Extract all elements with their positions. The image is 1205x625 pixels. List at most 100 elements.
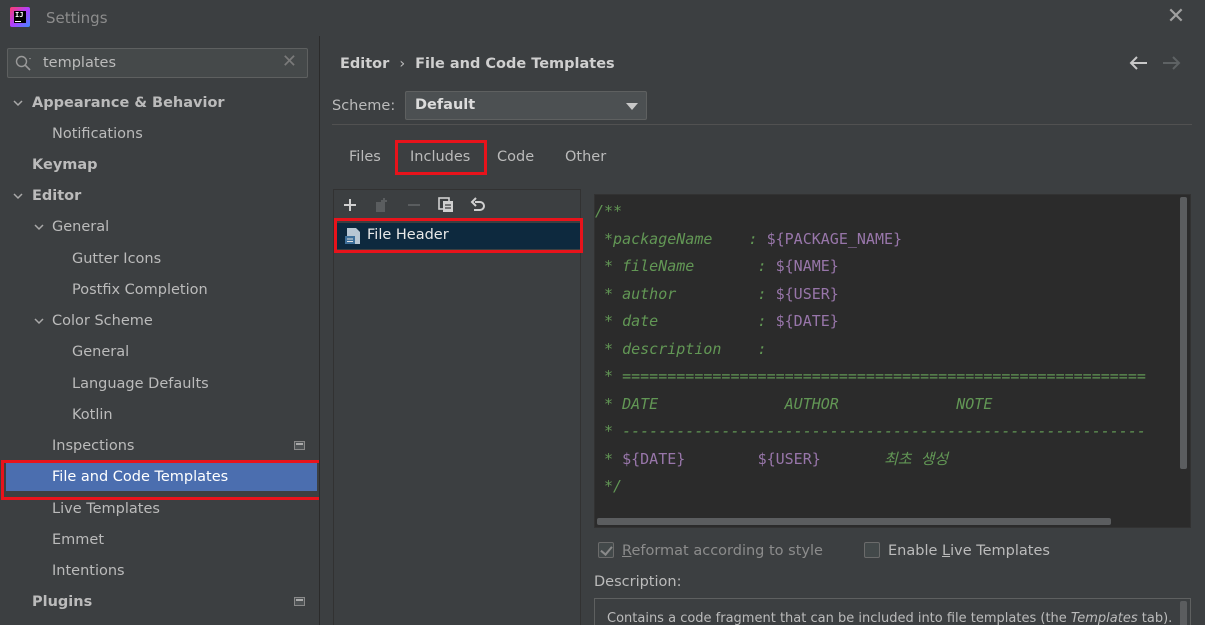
- tree-item-label: General: [72, 344, 130, 360]
- code-line: *packageName : ${PACKAGE_NAME}: [595, 230, 903, 248]
- tab-code[interactable]: Code: [497, 149, 534, 165]
- template-code-editor[interactable]: /** *packageName : ${PACKAGE_NAME} * fil…: [594, 194, 1191, 528]
- list-item-file-header[interactable]: File Header: [334, 223, 580, 249]
- code-line: * ${DATE} ${USER} 최초 생성: [595, 450, 949, 468]
- tree-item-general[interactable]: General: [0, 213, 319, 241]
- code-line: /**: [595, 202, 623, 220]
- chevron-down-icon[interactable]: [13, 98, 23, 108]
- tree-item-editor[interactable]: Editor: [0, 182, 319, 210]
- breadcrumb-parent[interactable]: Editor: [340, 56, 389, 72]
- enable-live-templates-checkbox[interactable]: [864, 542, 880, 558]
- tree-item-keymap[interactable]: Keymap: [0, 151, 319, 179]
- settings-sidebar: ✕ Appearance & Behavior Notifications Ke…: [0, 36, 319, 625]
- templates-list-panel: File Header: [333, 189, 581, 625]
- templates-toolbar: [334, 190, 580, 220]
- tab-includes[interactable]: Includes: [410, 149, 470, 165]
- tree-item-color-scheme[interactable]: Color Scheme: [0, 307, 319, 335]
- tree-item-intentions[interactable]: Intentions: [0, 557, 319, 585]
- forward-arrow-icon[interactable]: [1160, 52, 1182, 74]
- tree-item-label: Kotlin: [72, 407, 113, 423]
- tree-item-label: General: [52, 219, 110, 235]
- enable-live-templates-label: Enable Live Templates: [888, 543, 1050, 559]
- plus-icon: [344, 199, 356, 211]
- tree-item-label: Notifications: [52, 126, 143, 142]
- breadcrumb: Editor › File and Code Templates: [340, 56, 615, 72]
- title-bar: IJ Settings ✕: [0, 0, 1205, 36]
- code-content[interactable]: /** *packageName : ${PACKAGE_NAME} * fil…: [595, 197, 1185, 495]
- chevron-down-icon[interactable]: [34, 222, 44, 232]
- reset-template-button[interactable]: [468, 195, 488, 215]
- chevron-down-icon[interactable]: [34, 316, 44, 326]
- tree-item-kotlin[interactable]: Kotlin: [0, 401, 319, 429]
- scheme-value: Default: [415, 97, 476, 113]
- tab-other[interactable]: Other: [565, 149, 606, 165]
- tree-item-inspections[interactable]: Inspections: [0, 432, 319, 460]
- reformat-checkbox[interactable]: [598, 542, 614, 558]
- scheme-label: Scheme:: [332, 98, 396, 114]
- tree-item-color-scheme-general[interactable]: General: [0, 338, 319, 366]
- search-icon: [15, 55, 31, 71]
- divider: [332, 124, 1192, 125]
- clear-search-icon[interactable]: ✕: [282, 52, 297, 72]
- tree-item-label: Color Scheme: [52, 313, 153, 329]
- chevron-down-icon: [626, 103, 638, 110]
- project-settings-icon: [294, 441, 305, 450]
- remove-template-button[interactable]: [404, 195, 424, 215]
- tree-item-notifications[interactable]: Notifications: [0, 120, 319, 148]
- tree-item-label: Inspections: [52, 438, 135, 454]
- search-input[interactable]: [43, 52, 273, 74]
- tree-item-label: Live Templates: [52, 501, 160, 517]
- tree-item-label: Postfix Completion: [72, 282, 208, 298]
- tree-item-plugins[interactable]: Plugins: [0, 588, 319, 616]
- tree-item-appearance-behavior[interactable]: Appearance & Behavior: [0, 89, 319, 117]
- code-line: * --------------------------------------…: [595, 422, 1146, 440]
- vertical-scrollbar[interactable]: [1180, 197, 1187, 469]
- description-scrollbar[interactable]: [1180, 601, 1187, 625]
- tree-item-label: Keymap: [32, 157, 98, 173]
- scheme-dropdown[interactable]: Default: [405, 91, 647, 120]
- description-box[interactable]: Contains a code fragment that can be inc…: [594, 598, 1191, 625]
- tree-item-postfix-completion[interactable]: Postfix Completion: [0, 276, 319, 304]
- copy-template-button[interactable]: [436, 195, 456, 215]
- copy-icon: [438, 197, 453, 212]
- tree-item-label: Appearance & Behavior: [32, 95, 225, 111]
- reformat-label: Reformat according to style: [622, 543, 823, 559]
- list-item-label: File Header: [367, 227, 449, 243]
- tree-item-emmet[interactable]: Emmet: [0, 526, 319, 554]
- tab-files[interactable]: Files: [349, 149, 381, 165]
- tree-item-gutter-icons[interactable]: Gutter Icons: [0, 245, 319, 273]
- code-line: * date : ${DATE}: [595, 312, 839, 330]
- tree-item-label: Emmet: [52, 532, 105, 548]
- breadcrumb-current: File and Code Templates: [415, 56, 615, 72]
- tree-item-label: Editor: [32, 188, 82, 204]
- minus-icon: [408, 204, 420, 206]
- code-line: * DATE AUTHOR NOTE: [595, 395, 993, 413]
- tree-item-label: Language Defaults: [72, 376, 209, 392]
- tree-item-label: Gutter Icons: [72, 251, 162, 267]
- tree-item-file-and-code-templates[interactable]: File and Code Templates: [6, 463, 317, 491]
- horizontal-scrollbar[interactable]: [597, 518, 1111, 525]
- close-icon[interactable]: ✕: [1165, 6, 1187, 28]
- chevron-down-icon[interactable]: [13, 191, 23, 201]
- code-line: * ======================================…: [595, 367, 1146, 385]
- code-line: */: [595, 477, 623, 495]
- project-settings-icon: [294, 597, 305, 606]
- tree-item-label: File and Code Templates: [52, 469, 229, 485]
- back-arrow-icon[interactable]: [1128, 52, 1150, 74]
- tree-item-live-templates[interactable]: Live Templates: [0, 495, 319, 523]
- code-line: * author : ${USER}: [595, 285, 839, 303]
- add-child-template-button[interactable]: [372, 195, 392, 215]
- intellij-logo-icon: IJ: [10, 7, 30, 27]
- add-template-button[interactable]: [340, 195, 360, 215]
- template-file-icon: [345, 228, 360, 244]
- tree-item-label: Plugins: [32, 594, 93, 610]
- description-label: Description:: [594, 574, 682, 590]
- settings-search-box[interactable]: ✕: [7, 48, 308, 78]
- tree-item-label: Intentions: [52, 563, 125, 579]
- tree-item-language-defaults[interactable]: Language Defaults: [0, 370, 319, 398]
- code-line: * description :: [595, 340, 767, 358]
- code-line: * fileName : ${NAME}: [595, 257, 839, 275]
- main-panel: Editor › File and Code Templates Scheme: D…: [320, 36, 1205, 625]
- window-title: Settings: [46, 9, 108, 27]
- undo-icon: [470, 197, 485, 211]
